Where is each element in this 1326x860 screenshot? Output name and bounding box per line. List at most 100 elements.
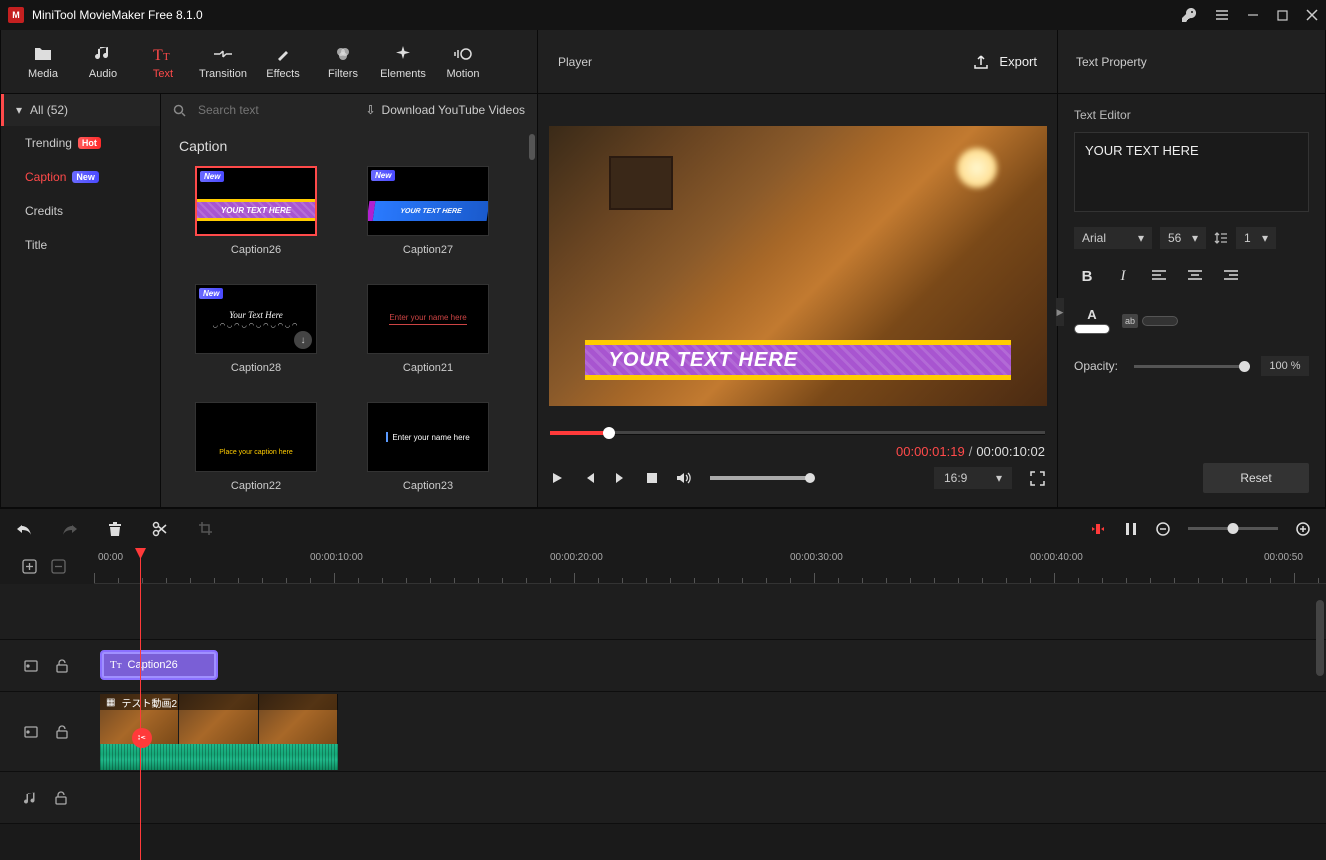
timeline-scrollbar[interactable] — [1316, 600, 1324, 676]
highlight-color-picker[interactable]: ab — [1122, 314, 1178, 328]
search-input[interactable] — [198, 103, 353, 117]
sidebar-cat-credits[interactable]: Credits — [1, 194, 160, 228]
align-center-button[interactable] — [1182, 263, 1208, 289]
ruler-label: 00:00:30:00 — [790, 552, 843, 563]
lock-icon[interactable] — [56, 725, 68, 739]
panel-collapse-handle[interactable]: ▶ — [1056, 298, 1064, 326]
time-ruler[interactable]: 00:00 00:00:10:00 00:00:20:00 00:00:30:0… — [94, 548, 1326, 584]
text-clip[interactable]: Tᴛ Caption26 — [100, 650, 218, 680]
line-spacing-select[interactable]: 1▾ — [1236, 227, 1276, 249]
video-preview[interactable]: YOUR TEXT HERE — [549, 126, 1047, 406]
tab-motion[interactable]: Motion — [433, 44, 493, 80]
sidebar-cat-caption[interactable]: CaptionNew — [1, 160, 160, 194]
svg-text:T: T — [153, 47, 163, 63]
caption-overlay[interactable]: YOUR TEXT HERE — [585, 340, 1011, 380]
tab-text[interactable]: TTText — [133, 44, 193, 80]
font-value: Arial — [1082, 231, 1106, 245]
zoom-in-button[interactable] — [1296, 522, 1310, 536]
caption-label: Caption28 — [231, 362, 281, 374]
player-panel: Player Export YOUR TEXT HERE 00:00:01:19… — [538, 30, 1058, 508]
next-frame-button[interactable] — [614, 471, 628, 485]
preview-text: YOUR TEXT HERE — [367, 201, 489, 221]
zoom-out-button[interactable] — [1156, 522, 1170, 536]
tab-label: Effects — [266, 68, 299, 80]
redo-button[interactable] — [62, 522, 78, 536]
align-left-button[interactable] — [1146, 263, 1172, 289]
maximize-icon[interactable] — [1277, 10, 1288, 21]
font-family-select[interactable]: Arial▾ — [1074, 227, 1152, 249]
caption-item[interactable]: Enter your name here Caption21 — [351, 284, 505, 374]
tab-label: Filters — [328, 68, 358, 80]
close-icon[interactable] — [1306, 9, 1318, 21]
opacity-slider[interactable] — [1134, 365, 1245, 368]
sidebar-cat-title[interactable]: Title — [1, 228, 160, 262]
caption-thumbnail: NewYour Text Here◡◠◡◠◡◠◡◠◡◠◡◠↓ — [195, 284, 317, 354]
add-track-button[interactable] — [22, 559, 37, 574]
export-button[interactable]: Export — [973, 54, 1037, 70]
cat-label: Title — [25, 238, 47, 252]
snap-icon[interactable] — [1124, 522, 1138, 536]
caption-item[interactable]: Place your caption here Caption22 — [179, 402, 333, 492]
premium-key-icon[interactable] — [1181, 7, 1197, 23]
fullscreen-button[interactable] — [1030, 471, 1045, 486]
download-youtube-link[interactable]: ⇩Download YouTube Videos — [365, 103, 525, 117]
menu-icon[interactable] — [1215, 8, 1229, 22]
lock-icon[interactable] — [56, 659, 68, 673]
line-spacing-icon — [1214, 231, 1228, 245]
caption-grid: NewYOUR TEXT HERE Caption26 New YOUR TEXT… — [161, 162, 537, 496]
caption-item[interactable]: NewYour Text Here◡◠◡◠◡◠◡◠◡◠◡◠↓ Caption28 — [179, 284, 333, 374]
caption-label: Caption21 — [403, 362, 453, 374]
text-track-icon — [24, 659, 38, 673]
auto-align-icon[interactable] — [1090, 522, 1106, 536]
volume-slider[interactable] — [710, 476, 810, 480]
italic-button[interactable]: I — [1110, 263, 1136, 289]
tab-filters[interactable]: Filters — [313, 44, 373, 80]
font-size-select[interactable]: 56▾ — [1160, 227, 1206, 249]
opacity-label: Opacity: — [1074, 359, 1118, 373]
caption-item[interactable]: NewYOUR TEXT HERE Caption26 — [179, 166, 333, 256]
prev-frame-button[interactable] — [582, 471, 596, 485]
cut-marker-icon[interactable]: ✂ — [132, 728, 152, 748]
sidebar-all[interactable]: ▾All (52) — [1, 94, 160, 126]
zoom-slider[interactable] — [1188, 527, 1278, 530]
sidebar-cat-trending[interactable]: TrendingHot — [1, 126, 160, 160]
tab-media[interactable]: Media — [13, 44, 73, 80]
new-badge: New — [200, 171, 224, 182]
text-editor-input[interactable] — [1074, 132, 1309, 212]
remove-track-button[interactable] — [51, 559, 66, 574]
new-badge: New — [199, 288, 223, 299]
download-icon: ⇩ — [365, 103, 375, 117]
scrubber-knob[interactable] — [603, 427, 615, 439]
caption-item[interactable]: NewYOUR TEXT HERE Caption27 — [351, 166, 505, 256]
folder-icon — [33, 44, 53, 64]
download-icon[interactable]: ↓ — [294, 331, 312, 349]
undo-button[interactable] — [16, 522, 32, 536]
play-button[interactable] — [550, 471, 564, 485]
volume-icon[interactable] — [676, 471, 692, 485]
split-button[interactable] — [152, 521, 168, 537]
aspect-value: 16:9 — [944, 471, 967, 485]
scrubber[interactable] — [550, 426, 1045, 440]
time-display: 00:00:01:19/00:00:10:02 — [550, 444, 1045, 459]
caption-item[interactable]: Enter your name here Caption23 — [351, 402, 505, 492]
ruler-label: 00:00:10:00 — [310, 552, 363, 563]
playhead[interactable] — [140, 548, 141, 860]
scrollbar[interactable] — [529, 134, 535, 160]
align-right-button[interactable] — [1218, 263, 1244, 289]
crop-button[interactable] — [198, 521, 213, 536]
text-color-picker[interactable]: A — [1074, 307, 1110, 334]
hot-badge: Hot — [78, 137, 101, 149]
tab-elements[interactable]: Elements — [373, 44, 433, 80]
tab-effects[interactable]: Effects — [253, 44, 313, 80]
aspect-ratio-select[interactable]: 16:9▾ — [934, 467, 1012, 489]
delete-button[interactable] — [108, 521, 122, 537]
new-badge: New — [371, 170, 395, 181]
minimize-icon[interactable] — [1247, 9, 1259, 21]
bold-button[interactable]: B — [1074, 263, 1100, 289]
reset-button[interactable]: Reset — [1203, 463, 1309, 493]
tab-transition[interactable]: Transition — [193, 44, 253, 80]
tab-audio[interactable]: Audio — [73, 44, 133, 80]
caption-label: Caption23 — [403, 480, 453, 492]
stop-button[interactable] — [646, 472, 658, 484]
lock-icon[interactable] — [55, 791, 67, 805]
